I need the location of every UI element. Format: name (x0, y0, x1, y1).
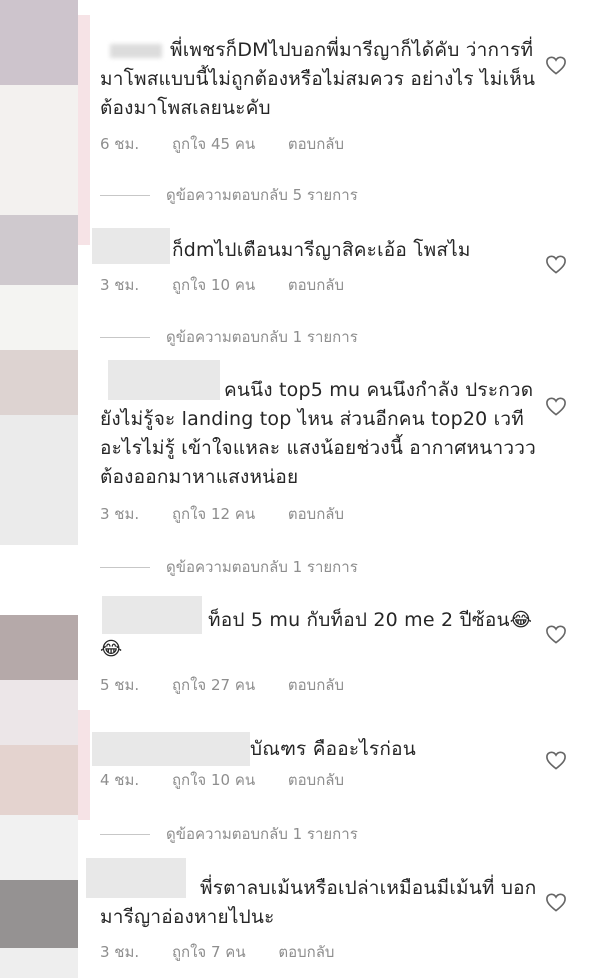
comment-time: 3 ชม. (100, 505, 140, 523)
comment-text: บัณฑร คืออะไรก่อน (250, 738, 416, 760)
comment-meta: 4 ชม. ถูกใจ 10 คน ตอบกลับ (100, 768, 372, 792)
view-replies-label: ดูข้อความตอบกลับ 5 รายการ (166, 186, 358, 204)
username-redacted (92, 228, 170, 264)
replies-divider (100, 566, 150, 568)
divider (78, 15, 90, 245)
comment-text: ท็อป 5 mu กับท็อป 20 me 2 ปีซ้อน😂😂 (100, 609, 533, 660)
heart-outline-icon[interactable] (545, 55, 567, 75)
heart-outline-icon[interactable] (545, 750, 567, 770)
avatar[interactable] (0, 0, 78, 85)
reply-button[interactable]: ตอบกลับ (288, 505, 344, 523)
replies-divider (100, 194, 150, 196)
view-replies-link[interactable]: ดูข้อความตอบกลับ 1 รายการ (100, 325, 358, 349)
avatar-background (0, 415, 78, 545)
avatar-background (0, 680, 78, 745)
view-replies-link[interactable]: ดูข้อความตอบกลับ 5 รายการ (100, 183, 358, 207)
view-replies-label: ดูข้อความตอบกลับ 1 รายการ (166, 558, 358, 576)
avatar[interactable] (0, 745, 78, 815)
comment-text: พี่เพชรก็DMไปบอกพี่มารีญาก็ได้คับ ว่าการ… (100, 39, 536, 119)
view-replies-link[interactable]: ดูข้อความตอบกลับ 1 รายการ (100, 822, 358, 846)
comment-likes[interactable]: ถูกใจ 12 คน (172, 505, 255, 523)
comment-time: 3 ชม. (100, 943, 140, 961)
comment-time: 4 ชม. (100, 771, 140, 789)
heart-outline-icon[interactable] (545, 396, 567, 416)
avatar-background (0, 85, 78, 215)
avatar-background (0, 545, 78, 615)
avatar-background (0, 815, 78, 880)
username-redacted (92, 732, 250, 766)
divider (78, 710, 90, 820)
reply-button[interactable]: ตอบกลับ (288, 771, 344, 789)
avatar-background (0, 285, 78, 350)
comment-text: ก็dmไปเตือนมารีญาสิคะเอ้อ โพสไม (172, 239, 471, 261)
comment-likes[interactable]: ถูกใจ 10 คน (172, 276, 255, 294)
comment-likes[interactable]: ถูกใจ 27 คน (172, 676, 255, 694)
avatar[interactable] (0, 215, 78, 285)
comment-time: 3 ชม. (100, 276, 140, 294)
comment-likes[interactable]: ถูกใจ 10 คน (172, 771, 255, 789)
reply-button[interactable]: ตอบกลับ (288, 676, 344, 694)
avatar[interactable] (0, 880, 78, 948)
comment-meta: 5 ชม. ถูกใจ 27 คน ตอบกลับ (100, 673, 372, 697)
comment-meta: 6 ชม. ถูกใจ 45 คน ตอบกลับ (100, 132, 372, 156)
reply-button[interactable]: ตอบกลับ (288, 276, 344, 294)
comment-time: 5 ชม. (100, 676, 140, 694)
comment-meta: 3 ชม. ถูกใจ 12 คน ตอบกลับ (100, 502, 372, 526)
comment-text: คนนึง top5 mu คนนึงกำลัง ประกวดยังไม่รู้… (100, 379, 536, 488)
heart-outline-icon[interactable] (545, 254, 567, 274)
avatar[interactable] (0, 615, 78, 680)
reply-button[interactable]: ตอบกลับ (278, 943, 334, 961)
view-replies-label: ดูข้อความตอบกลับ 1 รายการ (166, 825, 358, 843)
reply-button[interactable]: ตอบกลับ (288, 135, 344, 153)
heart-outline-icon[interactable] (545, 892, 567, 912)
replies-divider (100, 336, 150, 338)
comment-text: พี่รตาลบเม้นหรือเปล่าเหมือนมีเม้นที่ บอก… (100, 877, 537, 928)
avatar[interactable] (0, 350, 78, 415)
replies-divider (100, 833, 150, 835)
comment-likes[interactable]: ถูกใจ 7 คน (172, 943, 246, 961)
avatar-background (0, 948, 78, 978)
heart-outline-icon[interactable] (545, 624, 567, 644)
comment-time: 6 ชม. (100, 135, 140, 153)
view-replies-label: ดูข้อความตอบกลับ 1 รายการ (166, 328, 358, 346)
comment-likes[interactable]: ถูกใจ 45 คน (172, 135, 255, 153)
comment-meta: 3 ชม. ถูกใจ 7 คน ตอบกลับ (100, 940, 362, 964)
comment-meta: 3 ชม. ถูกใจ 10 คน ตอบกลับ (100, 273, 372, 297)
view-replies-link[interactable]: ดูข้อความตอบกลับ 1 รายการ (100, 555, 358, 579)
